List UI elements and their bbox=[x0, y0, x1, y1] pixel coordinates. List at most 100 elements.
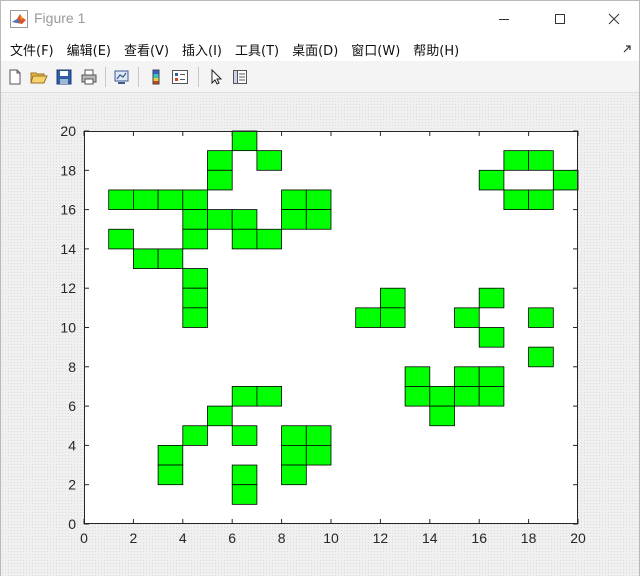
close-icon bbox=[608, 13, 620, 25]
grid-cell bbox=[182, 268, 208, 289]
grid-cell bbox=[132, 248, 159, 269]
x-tick-label: 10 bbox=[323, 530, 339, 546]
grid-cell bbox=[478, 169, 505, 191]
x-tick-label: 16 bbox=[471, 530, 487, 546]
grid-cell bbox=[231, 228, 258, 250]
grid-cell bbox=[281, 189, 307, 210]
legend-button[interactable] bbox=[169, 66, 191, 88]
y-tick-label: 20 bbox=[60, 123, 76, 139]
grid-cell bbox=[552, 169, 579, 191]
grid-cell bbox=[528, 189, 554, 210]
save-icon bbox=[56, 69, 72, 85]
grid-cell bbox=[182, 307, 208, 328]
print-icon bbox=[81, 69, 97, 85]
maximize-button[interactable] bbox=[537, 1, 583, 37]
property-inspector-button[interactable] bbox=[229, 66, 251, 88]
y-tick-label: 12 bbox=[60, 280, 76, 296]
menu-window[interactable]: 窗口(W) bbox=[346, 40, 405, 59]
grid-cell bbox=[231, 484, 258, 505]
menu-file[interactable]: 文件(F) bbox=[5, 40, 59, 59]
figure-canvas: 0 2 4 6 8 10 12 14 16 18 20 0 2 4 6 8 10 12 14 16 18 20 bbox=[1, 94, 639, 576]
new-figure-button[interactable] bbox=[4, 66, 26, 88]
menu-tools[interactable]: 工具(T) bbox=[230, 40, 284, 59]
grid-cell bbox=[281, 444, 307, 466]
grid-cell bbox=[478, 366, 505, 387]
maximize-icon bbox=[555, 14, 565, 24]
y-tick-label: 6 bbox=[68, 398, 76, 414]
menu-insert[interactable]: 插入(I) bbox=[177, 40, 227, 59]
grid-cell bbox=[478, 327, 505, 348]
save-button[interactable] bbox=[53, 66, 75, 88]
grid-cell bbox=[305, 209, 332, 230]
x-tick-label: 14 bbox=[422, 530, 438, 546]
menu-desktop[interactable]: 桌面(D) bbox=[287, 40, 343, 59]
grid-cell bbox=[231, 386, 258, 407]
grid-cell bbox=[404, 366, 431, 387]
menu-bar: 文件(F) 编辑(E) 查看(V) 插入(I) 工具(T) 桌面(D) 窗口(W… bbox=[1, 37, 639, 61]
grid-cell bbox=[231, 130, 258, 152]
grid-cell bbox=[108, 189, 134, 210]
x-tick-label: 18 bbox=[521, 530, 537, 546]
grid-cell bbox=[157, 189, 184, 210]
menu-help[interactable]: 帮助(H) bbox=[408, 40, 464, 59]
y-tick-label: 18 bbox=[60, 162, 76, 178]
edit-plot-button[interactable] bbox=[205, 66, 227, 88]
grid-cell bbox=[182, 209, 208, 230]
grid-plot[interactable]: 0 2 4 6 8 10 12 14 16 18 20 0 2 4 6 8 10 12 14 16 18 20 bbox=[1, 94, 639, 576]
menu-edit[interactable]: 编辑(E) bbox=[62, 40, 116, 59]
colorbar-icon bbox=[152, 69, 160, 85]
grid-cell bbox=[429, 405, 455, 427]
property-inspector-icon bbox=[233, 70, 247, 84]
grid-cell bbox=[256, 228, 282, 250]
x-tick-label: 8 bbox=[278, 530, 286, 546]
grid-cell bbox=[404, 386, 431, 407]
grid-cell bbox=[108, 228, 134, 250]
grid-cell bbox=[355, 307, 381, 328]
grid-cell bbox=[132, 189, 159, 210]
menu-view[interactable]: 查看(V) bbox=[119, 40, 174, 59]
y-tick-label: 10 bbox=[60, 320, 76, 336]
open-file-button[interactable] bbox=[28, 66, 50, 88]
grid-cell bbox=[503, 150, 529, 171]
grid-cell bbox=[454, 386, 480, 407]
print-button[interactable] bbox=[78, 66, 100, 88]
x-tick-label: 12 bbox=[373, 530, 389, 546]
window-title: Figure 1 bbox=[34, 10, 86, 26]
grid-cell bbox=[182, 425, 208, 446]
grid-cell bbox=[182, 287, 208, 309]
x-tick-label: 6 bbox=[228, 530, 236, 546]
grid-cell bbox=[207, 169, 233, 191]
grid-cell bbox=[478, 386, 505, 407]
grid-cell bbox=[305, 444, 332, 466]
grid-cell bbox=[379, 307, 406, 328]
link-plot-button[interactable] bbox=[111, 66, 133, 88]
grid-cell bbox=[305, 189, 332, 210]
figure-window: Figure 1 文件(F) 编辑(E) 查看(V) 插入(I) 工具(T) 桌… bbox=[0, 0, 640, 576]
close-button[interactable] bbox=[591, 1, 637, 37]
x-tick-label: 4 bbox=[179, 530, 187, 546]
undock-arrow-icon[interactable] bbox=[621, 43, 633, 55]
grid-cell bbox=[182, 228, 208, 250]
grid-cell bbox=[157, 444, 184, 466]
minimize-button[interactable] bbox=[481, 1, 527, 37]
grid-cell bbox=[207, 209, 233, 230]
y-tick-label: 16 bbox=[60, 202, 76, 218]
grid-cell bbox=[379, 287, 406, 309]
x-tick-label: 20 bbox=[570, 530, 586, 546]
y-tick-label: 0 bbox=[68, 516, 76, 532]
new-figure-icon bbox=[9, 69, 21, 85]
colorbar-button[interactable] bbox=[145, 66, 167, 88]
x-tick-label: 2 bbox=[130, 530, 138, 546]
grid-cell bbox=[157, 464, 184, 486]
grid-cell bbox=[231, 464, 258, 486]
grid-cell bbox=[528, 150, 554, 171]
grid-cell bbox=[429, 386, 455, 407]
figure-toolbar bbox=[1, 61, 639, 93]
grid-cell bbox=[281, 464, 307, 486]
y-tick-label: 8 bbox=[68, 359, 76, 375]
grid-cell bbox=[478, 287, 505, 309]
toolbar-separator bbox=[105, 67, 106, 87]
grid-cell bbox=[528, 307, 554, 328]
grid-cell bbox=[281, 209, 307, 230]
open-file-icon bbox=[30, 72, 48, 84]
